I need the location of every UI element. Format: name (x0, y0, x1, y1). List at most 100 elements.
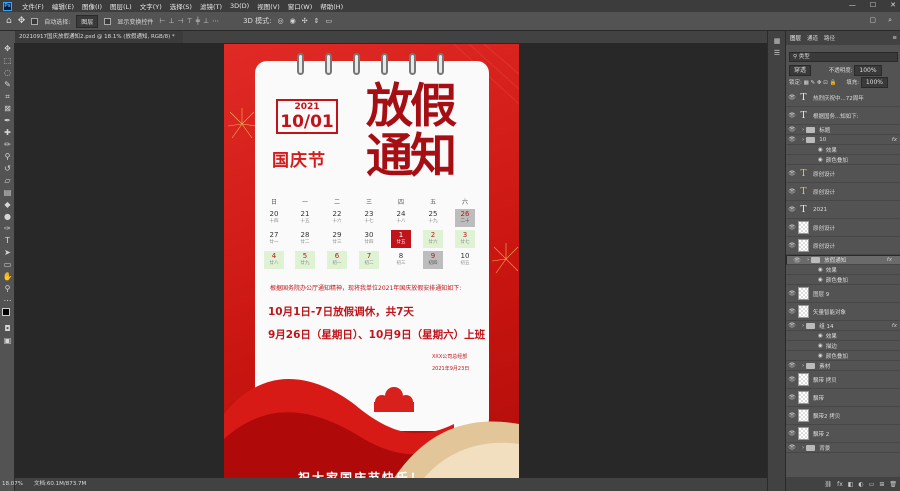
foreground-color[interactable] (2, 308, 10, 316)
menu-view[interactable]: 视图(V) (253, 1, 284, 11)
rectangle-tool-icon[interactable]: ▭ (0, 259, 15, 271)
layer-row[interactable]: 👁 T 热烈庆祝中...72周年 (786, 89, 900, 107)
add-style-icon[interactable]: fx (837, 481, 843, 488)
frame-tool-icon[interactable]: ⊠ (0, 103, 15, 115)
layer-row[interactable]: 👁 飘带 2 (786, 425, 900, 443)
visibility-eye-icon[interactable]: 👁 (786, 376, 798, 383)
3d-pan-icon[interactable]: ✣ (302, 17, 308, 25)
layer-row[interactable]: 👁 T 根据国务...知如下: (786, 107, 900, 125)
layer-row[interactable]: 👁 矢量智能对象 (786, 303, 900, 321)
quick-select-tool-icon[interactable]: ✎ (0, 79, 15, 91)
search-icon[interactable]: ⌕ (888, 16, 892, 25)
clone-stamp-tool-icon[interactable]: ⚲ (0, 151, 15, 163)
move-tool-icon[interactable]: ✥ (18, 16, 26, 26)
visibility-eye-icon[interactable]: 👁 (786, 362, 798, 369)
color-swatches[interactable] (0, 307, 14, 323)
layer-fx-icon[interactable]: fx (892, 323, 897, 329)
tab-channels[interactable]: 通道 (807, 34, 818, 42)
layer-row[interactable]: ◉ 描边 (786, 341, 900, 351)
auto-select-dropdown[interactable]: 图层 (76, 14, 99, 28)
menu-file[interactable]: 文件(F) (18, 1, 48, 11)
align-vcenter-icon[interactable]: ╪ (196, 17, 200, 25)
layer-row[interactable]: ◉ 效果 (786, 145, 900, 155)
panel-menu-icon[interactable]: ≡ (892, 35, 897, 41)
hand-tool-icon[interactable]: ✋ (0, 271, 15, 283)
layer-fx-icon[interactable]: fx (887, 257, 892, 263)
dodge-tool-icon[interactable]: ● (0, 211, 15, 223)
auto-select-checkbox[interactable] (31, 17, 39, 25)
layer-row[interactable]: ◉ 颜色叠加 (786, 275, 900, 285)
visibility-eye-icon[interactable]: 👁 (786, 394, 798, 401)
link-layers-icon[interactable]: ⛓ (824, 481, 832, 488)
layer-row[interactable]: 👁 › 10 fx (786, 135, 900, 145)
layer-row[interactable]: 👁 T 原创设计 (786, 183, 900, 201)
align-bottom-icon[interactable]: ⊥ (203, 17, 209, 25)
workspace-icon[interactable]: ▢ (869, 16, 876, 24)
visibility-eye-icon[interactable]: 👁 (786, 126, 798, 133)
chevron-right-icon[interactable]: › (802, 127, 804, 133)
crop-tool-icon[interactable]: ⌗ (0, 91, 15, 103)
document-tab[interactable]: 20210917国庆放假通知2.psd @ 18.1% (放假通知, RGB/8… (15, 31, 183, 43)
visibility-eye-icon[interactable]: 👁 (786, 430, 798, 437)
more-tools-icon[interactable]: ⋯ (0, 295, 15, 307)
tab-paths[interactable]: 路径 (824, 34, 835, 42)
layer-row[interactable]: 👁 T 2021 (786, 201, 900, 219)
3d-orbit-icon[interactable]: ◎ (278, 17, 284, 25)
adjustment-layer-icon[interactable]: ◐ (858, 481, 863, 488)
menu-select[interactable]: 选择(S) (166, 1, 196, 11)
visibility-eye-icon[interactable]: 👁 (786, 290, 798, 297)
chevron-right-icon[interactable]: › (802, 323, 804, 329)
visibility-eye-icon[interactable]: 👁 (786, 224, 798, 231)
brush-tool-icon[interactable]: ✏ (0, 139, 15, 151)
layer-row[interactable]: 👁 飘带2 拷贝 (786, 407, 900, 425)
visibility-eye-icon[interactable]: 👁 (786, 444, 798, 451)
new-group-icon[interactable]: ▭ (869, 481, 875, 488)
visibility-eye-icon[interactable]: 👁 (786, 94, 798, 101)
layer-row[interactable]: ◉ 颜色叠加 (786, 155, 900, 165)
visibility-eye-icon[interactable]: 👁 (786, 112, 798, 119)
align-right-icon[interactable]: ⊣ (178, 17, 184, 25)
chevron-right-icon[interactable]: › (802, 137, 804, 143)
maximize-button[interactable]: ☐ (870, 1, 876, 9)
layer-row[interactable]: 👁 › 背景 (786, 443, 900, 453)
pen-tool-icon[interactable]: ✑ (0, 223, 15, 235)
blur-tool-icon[interactable]: ◆ (0, 199, 15, 211)
layer-row[interactable]: 👁 › 组 14 fx (786, 321, 900, 331)
layer-row[interactable]: 👁 › 标题 (786, 125, 900, 135)
layer-filter-dropdown[interactable]: ⚲ 类型 (789, 52, 898, 62)
layer-row[interactable]: 👁 飘带 (786, 389, 900, 407)
poster-artwork[interactable]: 2021 10/01 国庆节 放假通知 日 一 二 三 四 五 六 根据国务院办… (224, 44, 519, 478)
history-brush-tool-icon[interactable]: ↺ (0, 163, 15, 175)
layer-row[interactable]: 👁 原创设计 (786, 237, 900, 255)
healing-brush-tool-icon[interactable]: ✚ (0, 127, 15, 139)
visibility-eye-icon[interactable]: 👁 (791, 257, 803, 264)
screen-mode-icon[interactable]: ▣ (0, 335, 15, 347)
menu-help[interactable]: 帮助(H) (316, 1, 347, 11)
menu-type[interactable]: 文字(Y) (136, 1, 166, 11)
gradient-tool-icon[interactable]: ▤ (0, 187, 15, 199)
layer-row[interactable]: ◉ 颜色叠加 (786, 351, 900, 361)
zoom-level[interactable]: 18.07% (2, 478, 23, 491)
marquee-tool-icon[interactable]: ⬚ (0, 55, 15, 67)
tab-layers[interactable]: 图层 (790, 34, 801, 42)
layer-fx-icon[interactable]: fx (892, 137, 897, 143)
layer-row[interactable]: ◉ 效果 (786, 331, 900, 341)
layer-row[interactable]: 👁 图层 9 (786, 285, 900, 303)
distribute-icon[interactable]: ⋯ (212, 17, 219, 25)
eraser-tool-icon[interactable]: ▱ (0, 175, 15, 187)
chevron-right-icon[interactable]: › (802, 445, 804, 451)
layer-row[interactable]: 👁 › 放假通知 fx (786, 255, 900, 265)
3d-roll-icon[interactable]: ◉ (290, 17, 296, 25)
align-top-icon[interactable]: ⊤ (187, 17, 193, 25)
chevron-right-icon[interactable]: › (807, 257, 809, 263)
quick-mask-icon[interactable]: ◘ (0, 323, 15, 335)
minimize-button[interactable]: — (849, 1, 856, 9)
visibility-eye-icon[interactable]: 👁 (786, 308, 798, 315)
visibility-eye-icon[interactable]: 👁 (786, 136, 798, 143)
visibility-eye-icon[interactable]: 👁 (786, 412, 798, 419)
history-icon[interactable]: ▦ (768, 35, 786, 47)
visibility-eye-icon[interactable]: 👁 (786, 322, 798, 329)
layer-row[interactable]: 👁 原创设计 (786, 219, 900, 237)
lasso-tool-icon[interactable]: ◌ (0, 67, 15, 79)
add-mask-icon[interactable]: ◧ (848, 481, 854, 488)
